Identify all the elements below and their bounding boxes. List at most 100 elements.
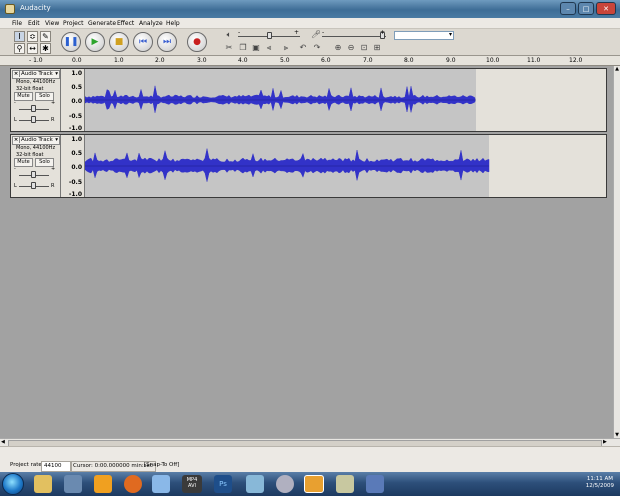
multi-tool-icon[interactable]: ✱ [40,43,51,54]
ruler-tick: 10.0 [486,57,500,64]
silence-icon[interactable]: ⫸ [281,43,291,53]
output-volume-slider[interactable] [267,32,272,39]
menu-file[interactable]: File [12,20,22,27]
scroll-right-icon[interactable]: ▶ [603,439,607,445]
gain-slider[interactable] [31,171,36,178]
skip-start-icon[interactable]: ⏮ [133,32,153,52]
waveform-shape [85,148,490,182]
scale-label: 0.0 [71,164,82,171]
waveform-1[interactable] [85,69,606,131]
zoom-in-icon[interactable]: ⊕ [333,43,343,53]
ruler-tick: 8.0 [404,57,414,64]
toolbar: I ≎ ✎ ⚲ ↔ ✱ ❚❚ ▶ ■ ⏮ ⏭ ● 🔈︎ - + 🎤︎ - + ▾… [0,29,620,56]
menu-view[interactable]: View [45,20,59,27]
scale-label: -1.0 [68,125,82,132]
track-control-panel: × Audio Track ▾ Mono, 44100Hz 32-bit flo… [11,69,61,131]
close-button[interactable]: ✕ [596,2,616,15]
copy-icon[interactable]: ❐ [238,43,248,53]
input-volume-minus: - [322,29,325,36]
play-icon[interactable]: ▶ [85,32,105,52]
tool-icon[interactable] [336,475,354,493]
track-name-dropdown[interactable]: × Audio Track ▾ [12,70,60,79]
envelope-tool-icon[interactable]: ≎ [27,31,38,42]
close-track-icon[interactable]: × [13,71,20,77]
minimize-button[interactable]: – [560,2,576,15]
input-source-dropdown[interactable]: ▾ [394,31,454,40]
undo-icon[interactable]: ↶ [298,43,308,53]
menu-edit[interactable]: Edit [28,20,40,27]
clock[interactable]: 11:11 AM 12/5/2009 [586,476,614,490]
ruler-tick: 11.0 [527,57,541,64]
output-volume-plus: + [294,29,300,36]
paste-icon[interactable]: ▣ [251,43,261,53]
maximize-button[interactable]: □ [578,2,594,15]
ruler-tick: 0.0 [72,57,82,64]
timeline-ruler[interactable]: - 1.0 0.0 1.0 2.0 3.0 4.0 5.0 6.0 7.0 8.… [0,56,620,66]
audacity-app-icon [5,4,15,14]
start-button[interactable] [2,473,24,495]
audacity-icon[interactable] [304,475,324,493]
selection-tool-icon[interactable]: I [14,31,25,42]
horizontal-scrollbar[interactable]: ◀ ▶ [0,438,620,447]
chevron-down-icon: ▾ [448,31,452,38]
timeshift-tool-icon[interactable]: ↔ [27,43,38,54]
snap-status: [Snap-To Off] [144,462,180,468]
pan-slider[interactable] [31,182,36,189]
fit-project-icon[interactable]: ⊞ [372,43,382,53]
track-name-dropdown[interactable]: × Audio Track ▾ [12,136,60,145]
itunes-icon[interactable] [152,475,170,493]
track-rate: Mono, 44100Hz [16,79,56,85]
project-rate-label: Project rate: [10,462,44,468]
pan-right-label: R [51,183,55,189]
photoshop-icon[interactable]: Ps [214,475,232,493]
audio-track-1[interactable]: × Audio Track ▾ Mono, 44100Hz 32-bit flo… [10,68,607,132]
paint-icon[interactable] [246,475,264,493]
fit-selection-icon[interactable]: ⊡ [359,43,369,53]
menu-effect[interactable]: Effect [117,20,134,27]
close-track-icon[interactable]: × [13,137,20,143]
stop-icon[interactable]: ■ [109,32,129,52]
media-icon[interactable] [64,475,82,493]
mute-button[interactable]: Mute [14,158,33,167]
input-volume-track[interactable] [322,36,386,37]
media-player-icon[interactable] [94,475,112,493]
scroll-left-icon[interactable]: ◀ [1,439,5,445]
menu-generate[interactable]: Generate [88,20,116,27]
pan-slider[interactable] [31,116,36,123]
scroll-up-icon[interactable]: ▲ [614,66,620,72]
track-rate: Mono, 44100Hz [16,145,56,151]
record-icon[interactable]: ● [187,32,207,52]
gain-slider[interactable] [31,105,36,112]
explorer-icon[interactable] [34,475,52,493]
pause-icon[interactable]: ❚❚ [61,32,81,52]
audio-track-2[interactable]: × Audio Track ▾ Mono, 44100Hz 32-bit flo… [10,134,607,198]
menu-analyze[interactable]: Analyze [139,20,163,27]
zoom-out-icon[interactable]: ⊖ [346,43,356,53]
project-rate-field[interactable]: 44100 [41,461,72,472]
search-icon[interactable] [276,475,294,493]
track-name: Audio Track [21,137,53,143]
network-icon[interactable] [366,475,384,493]
scale-label: -1.0 [68,191,82,198]
waveform-2[interactable] [85,135,606,197]
trim-icon[interactable]: ✂ [224,43,234,53]
mute-button[interactable]: Mute [14,92,33,101]
gain-plus: + [51,166,56,172]
ruler-tick: 2.0 [155,57,165,64]
ruler-tick: 4.0 [238,57,248,64]
zoom-tool-icon[interactable]: ⚲ [14,43,25,54]
input-volume-plus: + [380,29,386,36]
taskbar: MP4 AVI Ps 11:11 AM 12/5/2009 [0,472,620,496]
scale-label: 1.0 [71,70,82,77]
scale-label: -0.5 [68,113,82,120]
firefox-icon[interactable] [124,475,142,493]
status-bar: Project rate: 44100 Cursor: 0:00.000000 … [0,446,620,472]
mp4-avi-converter-icon[interactable]: MP4 AVI [182,475,202,493]
menu-help[interactable]: Help [166,20,180,27]
draw-tool-icon[interactable]: ✎ [40,31,51,42]
menu-project[interactable]: Project [63,20,84,27]
vertical-scrollbar[interactable]: ▲ ▼ [613,66,620,438]
skip-end-icon[interactable]: ⏭ [157,32,177,52]
trim-outside-icon[interactable]: ⫷ [264,43,274,53]
redo-icon[interactable]: ↷ [312,43,322,53]
